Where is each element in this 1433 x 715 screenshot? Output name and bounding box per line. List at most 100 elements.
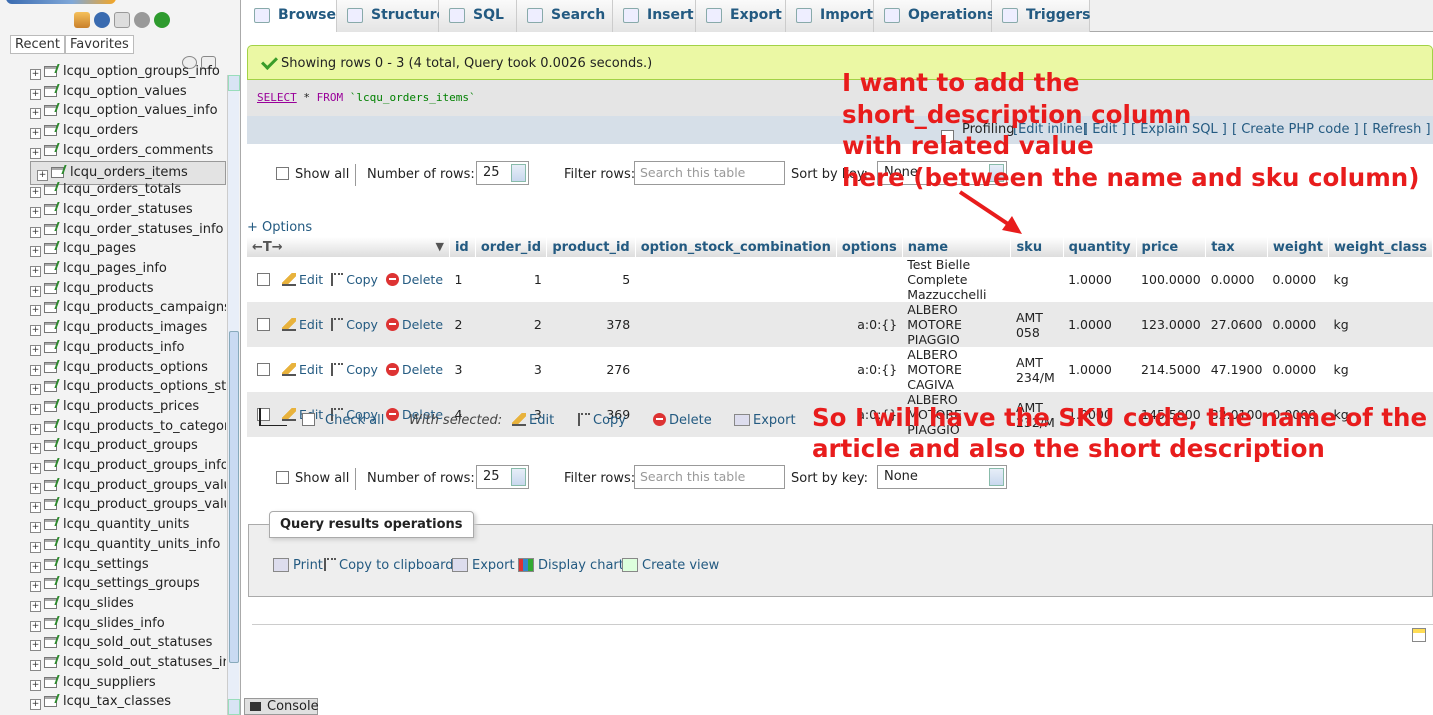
table-icon[interactable]: [42, 635, 58, 649]
row-delete-button[interactable]: Delete: [385, 272, 443, 287]
create-view-link[interactable]: Create view: [622, 558, 719, 573]
sidebar-item-table[interactable]: + lcqu_slides_info: [30, 614, 226, 633]
home-icon[interactable]: [74, 12, 90, 28]
copy-clipboard-link[interactable]: Copy to clipboard: [324, 558, 453, 573]
expand-icon[interactable]: +: [30, 640, 41, 652]
table-icon[interactable]: [42, 438, 58, 452]
expand-icon[interactable]: +: [30, 502, 41, 514]
expand-icon[interactable]: +: [30, 463, 41, 474]
expand-icon[interactable]: +: [30, 482, 41, 494]
cell-product-id[interactable]: 276: [546, 347, 636, 392]
tab-insert[interactable]: Insert: [613, 0, 696, 32]
scroll-down-icon[interactable]: [228, 699, 240, 715]
expand-icon[interactable]: +: [30, 581, 41, 593]
column-header[interactable]: weight_class: [1328, 237, 1433, 257]
cell-weight[interactable]: 0.0000: [1267, 347, 1329, 392]
console-button[interactable]: Console: [244, 698, 319, 715]
expand-icon[interactable]: +: [30, 344, 41, 356]
sidebar-item-table[interactable]: + lcqu_products_images: [30, 318, 226, 337]
cell-options[interactable]: a:0:{}: [836, 347, 903, 392]
row-edit-button[interactable]: Edit: [282, 362, 323, 377]
table-icon[interactable]: [42, 596, 58, 609]
sidebar-item-table[interactable]: + lcqu_products_to_categorie: [30, 417, 226, 436]
sidebar-item-table[interactable]: + lcqu_tax_classes: [30, 692, 226, 711]
table-icon[interactable]: [42, 419, 58, 432]
sidebar-item-table[interactable]: + lcqu_option_values_info: [30, 101, 226, 120]
expand-icon[interactable]: +: [30, 187, 41, 199]
table-icon[interactable]: [42, 537, 58, 550]
table-icon[interactable]: [42, 123, 58, 137]
cell-order-id[interactable]: 3: [475, 347, 547, 392]
expand-icon[interactable]: +: [30, 364, 41, 376]
expand-icon[interactable]: +: [30, 285, 41, 297]
cell-weight-class[interactable]: kg: [1328, 302, 1433, 347]
table-icon[interactable]: [42, 84, 58, 97]
cell-option-stock-combination[interactable]: [635, 257, 837, 302]
column-header[interactable]: price: [1136, 237, 1207, 257]
sidebar-item-table[interactable]: + lcqu_slides: [30, 594, 226, 613]
table-icon[interactable]: [42, 360, 58, 373]
docs-icon[interactable]: [114, 12, 130, 28]
print-link[interactable]: Print: [273, 558, 323, 573]
cell-weight[interactable]: 0.0000: [1267, 302, 1329, 347]
display-chart-link[interactable]: Display chart: [518, 558, 624, 573]
rows-select[interactable]: 25: [476, 161, 529, 185]
sidebar-item-table[interactable]: + lcqu_product_groups_value: [30, 495, 226, 514]
table-icon[interactable]: [42, 143, 58, 156]
cell-options[interactable]: [836, 257, 903, 302]
cell-price[interactable]: 214.5000: [1136, 347, 1206, 392]
table-icon[interactable]: [42, 202, 58, 215]
table-icon[interactable]: [42, 497, 58, 511]
cell-price[interactable]: 100.0000: [1136, 257, 1206, 302]
cell-quantity[interactable]: 1.0000: [1063, 257, 1137, 302]
table-icon[interactable]: [42, 655, 58, 668]
column-header[interactable]: id: [449, 237, 476, 257]
table-icon[interactable]: [42, 300, 58, 314]
cell-tax[interactable]: 0.0000: [1205, 257, 1268, 302]
cell-name[interactable]: ALBERO MOTORE PIAGGIO: [902, 302, 1011, 347]
note-icon[interactable]: [1412, 628, 1426, 642]
sidebar-item-table[interactable]: + lcqu_products_campaigns: [30, 298, 226, 317]
sidebar-item-table[interactable]: + lcqu_products_prices: [30, 397, 226, 416]
expand-icon[interactable]: +: [30, 108, 41, 120]
cell-weight[interactable]: 0.0000: [1267, 257, 1329, 302]
cell-id[interactable]: 1: [449, 257, 476, 302]
sidebar-item-table[interactable]: + lcqu_product_groups_value: [30, 476, 226, 495]
tab-export[interactable]: Export: [696, 0, 786, 32]
sidebar-item-table[interactable]: + lcqu_orders_comments: [30, 141, 226, 160]
expand-icon[interactable]: +: [30, 600, 41, 612]
expand-icon[interactable]: +: [30, 147, 41, 159]
cell-sku[interactable]: AMT 234/M: [1010, 347, 1064, 392]
options-link[interactable]: + Options: [247, 220, 312, 235]
expand-icon[interactable]: +: [30, 88, 41, 100]
scroll-thumb[interactable]: [229, 331, 239, 663]
sidebar-item-table[interactable]: + lcqu_products_info: [30, 338, 226, 357]
expand-icon[interactable]: +: [37, 169, 48, 181]
table-icon[interactable]: [42, 103, 58, 117]
expand-icon[interactable]: +: [30, 226, 41, 238]
expand-icon[interactable]: +: [30, 206, 41, 218]
table-icon[interactable]: [42, 557, 58, 570]
column-header[interactable]: quantity: [1063, 237, 1137, 257]
expand-icon[interactable]: +: [30, 325, 41, 337]
expand-icon[interactable]: +: [30, 679, 41, 691]
sidebar-item-table[interactable]: + lcqu_option_groups_info: [30, 62, 226, 81]
cell-option-stock-combination[interactable]: [635, 347, 837, 392]
info-icon[interactable]: [94, 12, 110, 28]
table-icon[interactable]: [42, 320, 58, 334]
table-icon[interactable]: [42, 458, 58, 471]
cell-name[interactable]: Test Bielle Complete Mazzucchelli: [902, 257, 1011, 302]
expand-icon[interactable]: +: [30, 384, 41, 396]
table-icon[interactable]: [42, 379, 58, 393]
tab-structure[interactable]: Structure: [337, 0, 446, 32]
row-checkbox[interactable]: [257, 318, 270, 331]
tab-operations[interactable]: Operations: [874, 0, 995, 32]
table-icon[interactable]: [42, 675, 58, 688]
sidebar-item-table[interactable]: + lcqu_quantity_units_info: [30, 535, 226, 554]
cell-option-stock-combination[interactable]: [635, 302, 837, 347]
sidebar-item-table[interactable]: + lcqu_orders_totals: [30, 180, 226, 199]
sidebar-item-table[interactable]: + lcqu_suppliers: [30, 673, 226, 692]
table-icon[interactable]: [42, 261, 58, 274]
table-icon[interactable]: [42, 241, 58, 255]
sidebar-item-table[interactable]: + lcqu_products_options_sto: [30, 377, 226, 396]
